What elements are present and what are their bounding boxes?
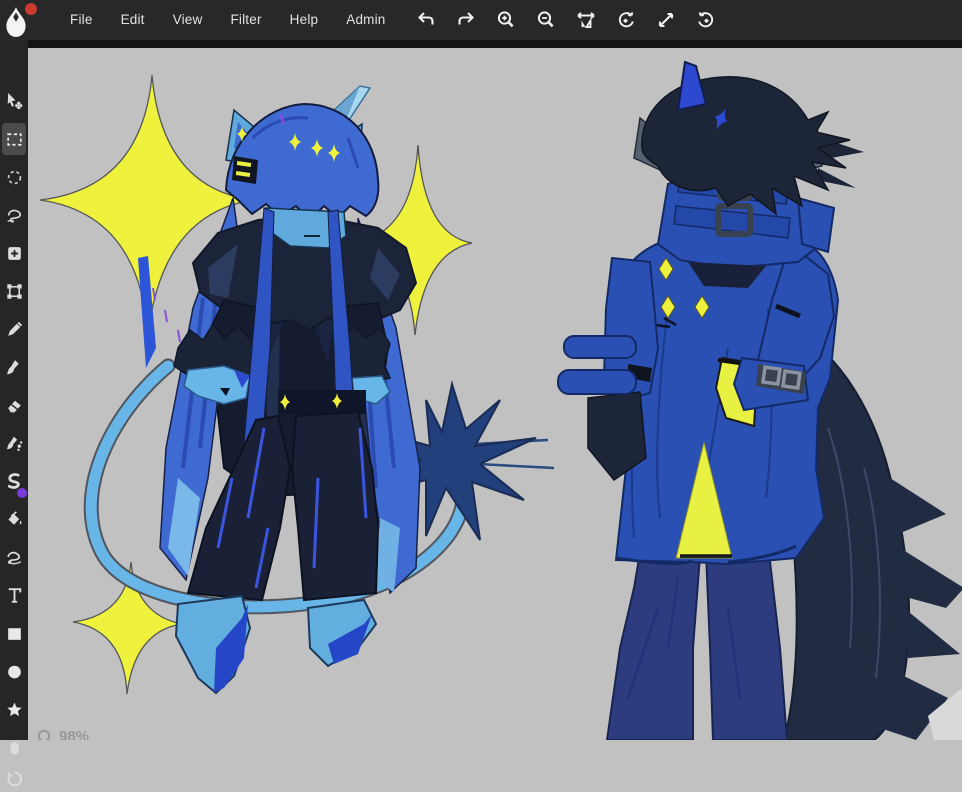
canvas-area: 98% [28,40,962,740]
text-tool-icon [5,586,24,605]
notification-dot [25,3,37,15]
lasso-tool[interactable] [2,202,26,228]
expand-button[interactable] [652,6,681,35]
flip-horizontal-icon [575,9,597,31]
add-shape-icon [5,244,24,263]
rectangle-select-icon [5,130,24,149]
watercolor-brush-tool[interactable] [2,430,26,456]
rotate-ccw-icon [615,9,637,31]
lasso-icon [5,206,24,225]
lasso-fill-icon [5,548,24,567]
star-shape-tool[interactable] [2,696,26,722]
fill-bucket-icon [5,510,24,529]
rectangle-shape-icon [5,624,24,643]
move-tool[interactable] [2,88,26,114]
rotate-ccw-button[interactable] [612,6,641,35]
zoom-in-icon [495,9,517,31]
zoom-out-button[interactable] [532,6,561,35]
rectangle-select-tool[interactable] [2,123,26,155]
rotate-reset-button[interactable] [692,6,721,35]
transform-tool[interactable] [2,278,26,304]
menu-item-view[interactable]: View [159,0,217,40]
zoom-level-icon [37,729,53,741]
menu-item-admin[interactable]: Admin [332,0,399,40]
menu-item-file[interactable]: File [56,0,107,40]
pen-tool[interactable] [2,316,26,342]
menu-item-help[interactable]: Help [276,0,333,40]
ellipse-shape-tool[interactable] [2,658,26,684]
redo-icon [455,9,477,31]
app-logo[interactable] [0,0,44,40]
text-tool[interactable] [2,582,26,608]
rotate-reset-icon [695,9,717,31]
ellipse-shape-icon [5,662,24,681]
eraser-icon [5,396,24,415]
ellipse-select-tool[interactable] [2,164,26,190]
rotate-canvas-icon [5,770,24,789]
star-shape-icon [5,700,24,719]
menu-item-filter[interactable]: Filter [216,0,275,40]
hand-tool[interactable] [2,734,26,760]
rectangle-shape-tool[interactable] [2,620,26,646]
menu-bar: File Edit View Filter Help Admin [0,0,962,40]
move-tool-icon [5,92,24,111]
menu-actions [412,6,721,35]
tool-bar [0,40,28,740]
brush-tool[interactable] [2,354,26,380]
zoom-in-button[interactable] [492,6,521,35]
menu-item-edit[interactable]: Edit [107,0,159,40]
zoom-out-icon [535,9,557,31]
drawing-canvas[interactable]: 98% [28,48,962,740]
lasso-fill-tool[interactable] [2,544,26,570]
fill-bucket-tool[interactable] [2,506,26,532]
watercolor-brush-icon [5,434,24,453]
add-shape-tool[interactable] [2,240,26,266]
zoom-indicator[interactable]: 98% [37,728,89,740]
flip-horizontal-button[interactable] [572,6,601,35]
eraser-tool[interactable] [2,392,26,418]
expand-icon [655,9,677,31]
redo-button[interactable] [452,6,481,35]
hand-icon [5,738,24,757]
zoom-level-label: 98% [59,728,89,740]
canvas-top-strip [28,40,962,48]
pen-icon [5,320,24,339]
undo-icon [415,9,437,31]
canvas-artwork[interactable] [28,48,962,740]
transform-icon [5,282,24,301]
rotate-canvas-tool[interactable] [2,766,26,792]
ellipse-select-icon [5,168,24,187]
right-character [558,62,962,740]
undo-button[interactable] [412,6,441,35]
smudge-color-badge [17,488,27,498]
brush-icon [5,358,24,377]
menu-items: File Edit View Filter Help Admin [56,0,400,40]
